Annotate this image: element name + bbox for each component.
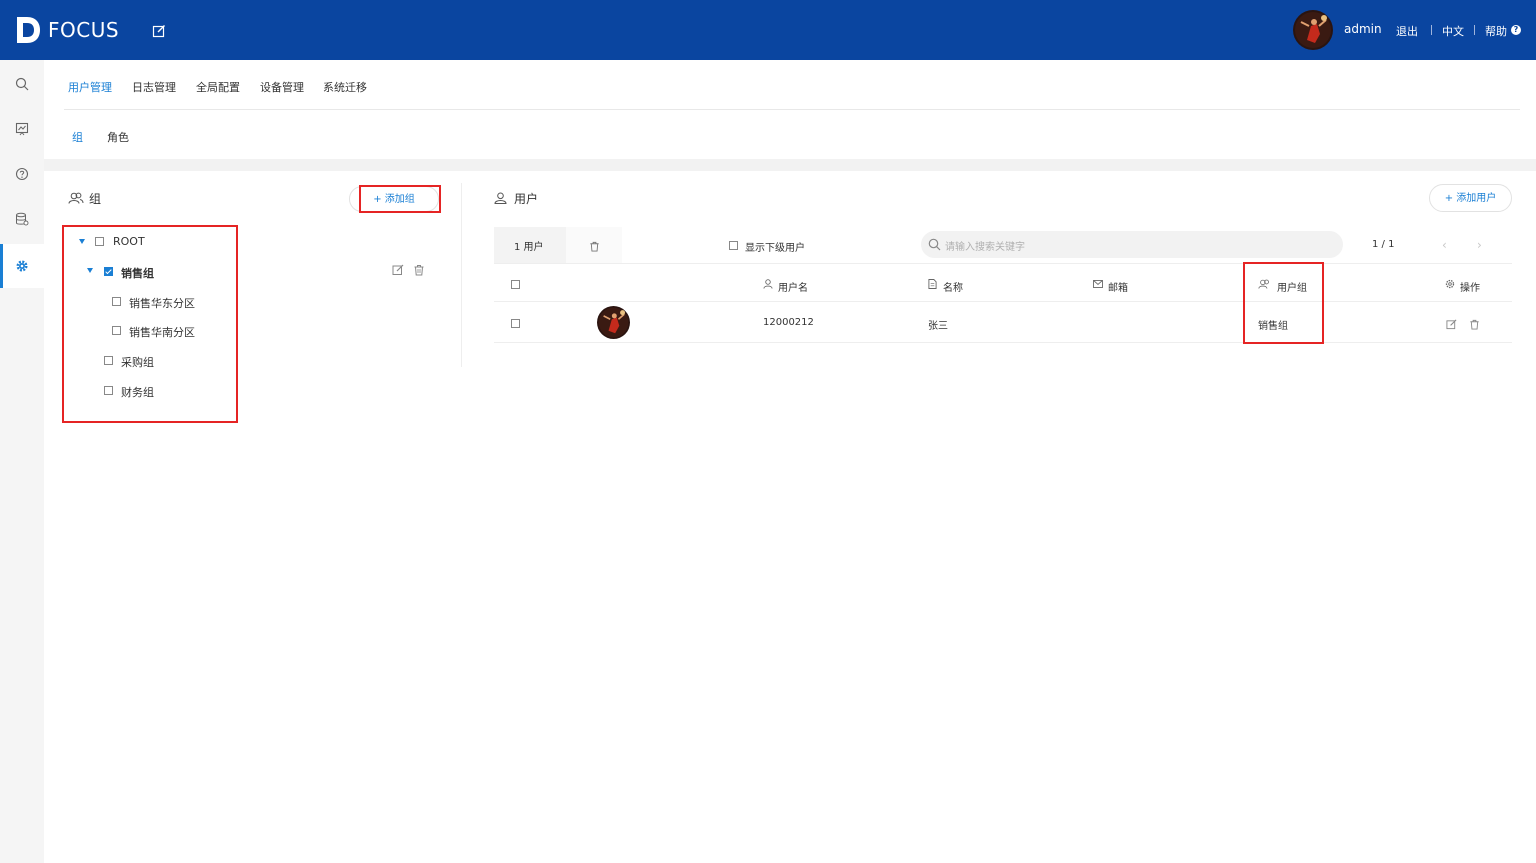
username-label[interactable]: admin (1344, 22, 1382, 36)
tab-global-config[interactable]: 全局配置 (196, 79, 240, 95)
tab-user-management[interactable]: 用户管理 (68, 79, 112, 95)
logout-link[interactable]: 退出 (1396, 23, 1418, 39)
trash-icon[interactable] (1469, 319, 1480, 330)
edit-icon[interactable] (152, 24, 166, 38)
tab-device-management[interactable]: 设备管理 (260, 79, 304, 95)
header-separator (1474, 25, 1475, 35)
help-link[interactable]: 帮助 (1485, 23, 1507, 39)
tree-checkbox-south[interactable] (112, 326, 121, 335)
expand-arrow-icon[interactable] (79, 239, 85, 244)
show-sub-users-label[interactable]: 显示下级用户 (745, 239, 805, 254)
column-header-username[interactable]: 用户名 (778, 279, 808, 294)
user-count-tab[interactable]: 1 用户 (494, 227, 566, 263)
user-avatar (597, 306, 630, 339)
tree-checkbox-sales[interactable] (104, 267, 113, 276)
search-input[interactable]: 请输入搜索关键字 (921, 231, 1343, 258)
language-link[interactable]: 中文 (1442, 23, 1464, 39)
expand-arrow-icon[interactable] (87, 268, 93, 273)
user-count-label: 1 用户 (514, 242, 544, 253)
next-page-icon[interactable]: › (1477, 238, 1482, 252)
user-icon (763, 279, 773, 289)
group-icon (68, 192, 84, 204)
trash-icon (590, 241, 599, 252)
sidebar-item-dashboard[interactable] (0, 107, 44, 151)
tree-node-sales-south[interactable]: 销售华南分区 (129, 324, 195, 340)
cell-username: 12000212 (763, 317, 814, 328)
column-header-name[interactable]: 名称 (943, 279, 963, 294)
column-header-actions: 操作 (1460, 283, 1480, 294)
table-row-border (494, 342, 1512, 343)
search-icon (15, 77, 29, 91)
tree-node-root[interactable]: ROOT (113, 235, 145, 248)
help-circle-icon (15, 167, 29, 181)
search-icon (928, 238, 941, 251)
left-sidebar (0, 60, 44, 863)
edit-icon[interactable] (1446, 319, 1457, 330)
document-icon (928, 279, 937, 289)
show-sub-users-checkbox[interactable] (729, 241, 738, 250)
tree-node-purchase[interactable]: 采购组 (121, 354, 154, 370)
highlight-box-user-group-column (1243, 262, 1324, 344)
cell-name: 张三 (928, 321, 948, 332)
prev-page-icon[interactable]: ‹ (1442, 238, 1447, 252)
user-avatar[interactable] (1293, 10, 1333, 50)
bulk-delete-tab[interactable] (566, 227, 622, 263)
top-header: FOCUS admin 退出 中文 帮助 ? (0, 0, 1536, 60)
user-icon (494, 192, 507, 204)
panel-divider (461, 183, 462, 367)
edit-icon[interactable] (392, 264, 404, 276)
database-icon (16, 212, 29, 226)
column-header-email[interactable]: 邮箱 (1108, 279, 1128, 294)
help-icon[interactable]: ? (1511, 25, 1521, 35)
sidebar-item-help[interactable] (0, 152, 44, 196)
gear-icon (1445, 279, 1455, 289)
sidebar-item-settings[interactable] (0, 244, 44, 288)
section-separator (44, 159, 1536, 171)
search-placeholder: 请输入搜索关键字 (945, 242, 1025, 253)
tree-checkbox-root[interactable] (95, 237, 104, 246)
header-separator (1431, 25, 1432, 35)
focus-logo-icon (17, 17, 40, 43)
tree-node-sales-east[interactable]: 销售华东分区 (129, 295, 195, 311)
tree-checkbox-east[interactable] (112, 297, 121, 306)
select-all-checkbox[interactable] (511, 280, 520, 289)
table-top-border (494, 263, 1512, 264)
tree-node-finance[interactable]: 财务组 (121, 384, 154, 400)
sidebar-item-database[interactable] (0, 197, 44, 241)
app-name: FOCUS (48, 18, 120, 42)
tab-divider (64, 109, 1520, 110)
tree-checkbox-finance[interactable] (104, 386, 113, 395)
group-panel-title: 组 (89, 192, 102, 206)
table-header-border (494, 301, 1512, 302)
user-panel-title: 用户 (514, 192, 539, 206)
active-subtab-indicator (72, 159, 84, 165)
trash-icon[interactable] (413, 264, 425, 276)
tab-log-management[interactable]: 日志管理 (132, 79, 176, 95)
highlight-box-add-group (359, 185, 441, 213)
add-user-button[interactable]: + 添加用户 (1429, 184, 1512, 212)
gear-icon (16, 260, 28, 272)
subtab-group[interactable]: 组 (72, 129, 83, 145)
tree-node-sales[interactable]: 销售组 (121, 265, 154, 281)
tab-system-migration[interactable]: 系统迁移 (323, 79, 367, 95)
pagination-label: 1 / 1 (1372, 239, 1395, 250)
sidebar-item-search[interactable] (0, 62, 44, 106)
dashboard-icon (15, 122, 29, 136)
subtab-role[interactable]: 角色 (107, 129, 129, 145)
mail-icon (1093, 280, 1103, 288)
row-checkbox[interactable] (511, 319, 520, 328)
tree-checkbox-purchase[interactable] (104, 356, 113, 365)
